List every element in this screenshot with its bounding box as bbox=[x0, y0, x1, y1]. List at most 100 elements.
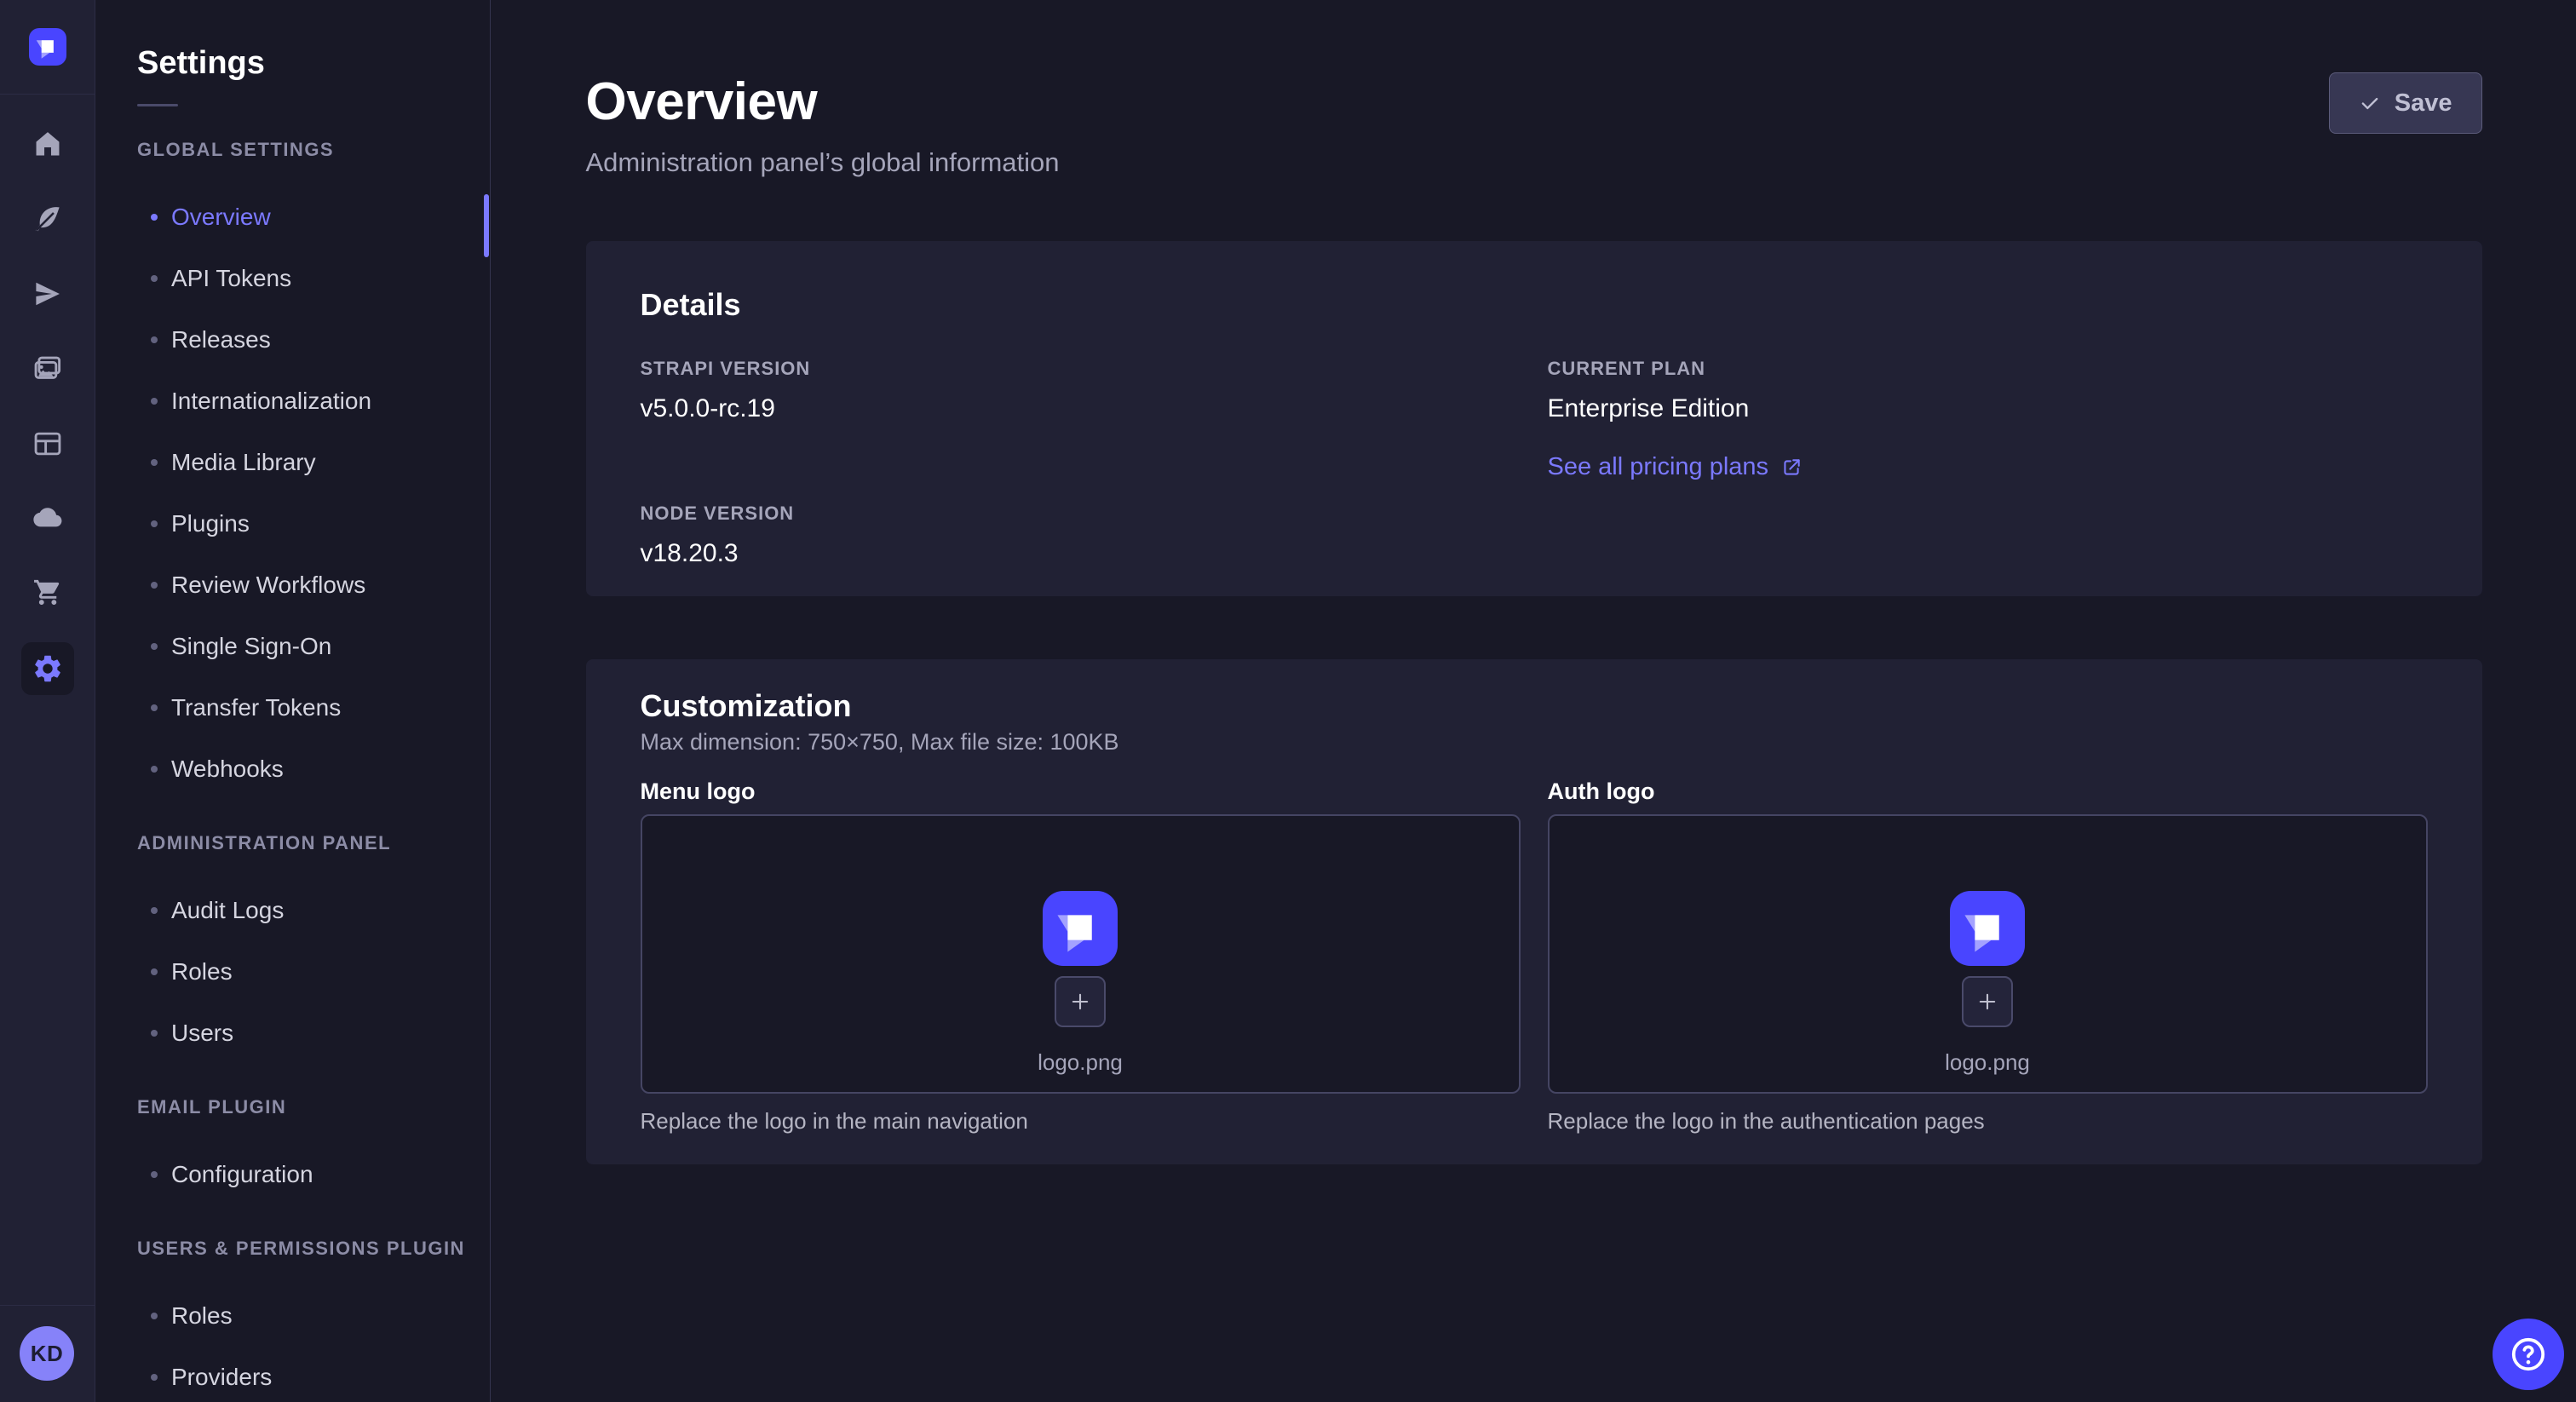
subnav-item-overview[interactable]: Overview bbox=[96, 187, 490, 248]
subnav-item-api-tokens[interactable]: API Tokens bbox=[96, 248, 490, 309]
subnav-item-single-sign-on[interactable]: Single Sign-On bbox=[96, 616, 490, 677]
save-button[interactable]: Save bbox=[2329, 72, 2482, 134]
bullet-icon bbox=[151, 643, 158, 650]
layout-icon bbox=[32, 428, 64, 460]
rail-divider-bottom bbox=[0, 1305, 95, 1306]
menu-logo-upload: Menu logo bbox=[641, 777, 1521, 1135]
customization-card: Customization Max dimension: 750×750, Ma… bbox=[586, 659, 2482, 1164]
strapi-logo-icon bbox=[1043, 891, 1118, 966]
bullet-icon bbox=[151, 704, 158, 711]
bullet-icon bbox=[151, 214, 158, 221]
auth-logo-upload: Auth logo bbox=[1548, 777, 2428, 1135]
section-label: GLOBAL SETTINGS bbox=[137, 139, 490, 161]
section-email-plugin: EMAIL PLUGIN Configuration bbox=[96, 1096, 490, 1205]
subnav-item-admin-users[interactable]: Users bbox=[96, 1003, 490, 1064]
bullet-icon bbox=[151, 336, 158, 343]
menu-logo-dropzone[interactable]: logo.png bbox=[641, 814, 1521, 1094]
logo-preview bbox=[1950, 891, 2025, 966]
main-content: Overview Administration panel’s global i… bbox=[492, 0, 2576, 1402]
bullet-icon bbox=[151, 1030, 158, 1037]
subnav-item-admin-roles[interactable]: Roles bbox=[96, 941, 490, 1003]
bullet-icon bbox=[151, 907, 158, 914]
subnav-item-up-providers[interactable]: Providers bbox=[96, 1347, 490, 1402]
subnav-item-webhooks[interactable]: Webhooks bbox=[96, 738, 490, 800]
bullet-icon bbox=[151, 398, 158, 405]
section-administration-panel: ADMINISTRATION PANEL Audit Logs Roles Us… bbox=[96, 832, 490, 1064]
rail-item-marketplace[interactable] bbox=[21, 567, 74, 620]
section-label: ADMINISTRATION PANEL bbox=[137, 832, 490, 854]
main-nav-rail: KD bbox=[0, 0, 95, 1402]
bullet-icon bbox=[151, 582, 158, 589]
subnav-item-internationalization[interactable]: Internationalization bbox=[96, 371, 490, 432]
upload-label: Menu logo bbox=[641, 777, 1521, 806]
upload-label: Auth logo bbox=[1548, 777, 2428, 806]
gear-icon bbox=[32, 652, 64, 685]
rail-nav bbox=[0, 95, 95, 695]
feather-icon bbox=[32, 203, 64, 235]
field-value: v5.0.0-rc.19 bbox=[641, 394, 1521, 424]
page-title: Overview bbox=[586, 72, 2482, 132]
subnav-item-media-library[interactable]: Media Library bbox=[96, 432, 490, 493]
external-link-icon bbox=[1780, 457, 1803, 479]
rail-item-settings[interactable] bbox=[21, 642, 74, 695]
cloud-icon bbox=[32, 503, 64, 535]
settings-subnav: Settings GLOBAL SETTINGS Overview API To… bbox=[96, 0, 491, 1402]
field-current-plan: CURRENT PLAN Enterprise Edition See all … bbox=[1548, 357, 2428, 481]
add-logo-button[interactable] bbox=[1962, 976, 2013, 1027]
subnav-item-review-workflows[interactable]: Review Workflows bbox=[96, 554, 490, 616]
bullet-icon bbox=[151, 1171, 158, 1178]
upload-hint: Replace the logo in the authentication p… bbox=[1548, 1107, 2428, 1135]
pricing-plans-link[interactable]: See all pricing plans bbox=[1548, 453, 1803, 481]
strapi-logo-icon bbox=[29, 28, 66, 66]
field-node-version: NODE VERSION v18.20.3 bbox=[641, 502, 1521, 569]
subnav-title-rule bbox=[137, 104, 178, 106]
subnav-title: Settings bbox=[137, 44, 490, 82]
pictures-icon bbox=[32, 353, 64, 385]
logo-filename: logo.png bbox=[1945, 1049, 2030, 1076]
subnav-item-plugins[interactable]: Plugins bbox=[96, 493, 490, 554]
subnav-item-audit-logs[interactable]: Audit Logs bbox=[96, 880, 490, 941]
bullet-icon bbox=[151, 968, 158, 975]
paper-plane-icon bbox=[32, 278, 64, 310]
page-header: Overview Administration panel’s global i… bbox=[586, 0, 2482, 180]
field-label: STRAPI VERSION bbox=[641, 357, 1521, 380]
bullet-icon bbox=[151, 459, 158, 466]
strapi-logo-icon bbox=[1950, 891, 2025, 966]
section-global-settings: GLOBAL SETTINGS Overview API Tokens Rele… bbox=[96, 139, 490, 800]
field-label: NODE VERSION bbox=[641, 502, 1521, 525]
customization-title: Customization bbox=[641, 688, 2428, 724]
rail-item-content-builder[interactable] bbox=[21, 192, 74, 245]
upload-hint: Replace the logo in the main navigation bbox=[641, 1107, 1521, 1135]
subnav-item-releases[interactable]: Releases bbox=[96, 309, 490, 371]
rail-item-cloud[interactable] bbox=[21, 492, 74, 545]
field-strapi-version: STRAPI VERSION v5.0.0-rc.19 bbox=[641, 357, 1521, 481]
field-value: v18.20.3 bbox=[641, 538, 1521, 569]
section-users-permissions-plugin: USERS & PERMISSIONS PLUGIN Roles Provide… bbox=[96, 1238, 490, 1402]
home-icon bbox=[32, 128, 64, 160]
rail-item-content-manager[interactable] bbox=[21, 417, 74, 470]
bullet-icon bbox=[151, 1374, 158, 1381]
scrollbar-thumb[interactable] bbox=[484, 194, 489, 257]
customization-constraints: Max dimension: 750×750, Max file size: 1… bbox=[641, 727, 2428, 756]
details-title: Details bbox=[641, 287, 2428, 323]
plus-icon bbox=[1068, 990, 1092, 1014]
user-avatar[interactable]: KD bbox=[20, 1326, 74, 1381]
logo-filename: logo.png bbox=[1038, 1049, 1123, 1076]
add-logo-button[interactable] bbox=[1055, 976, 1106, 1027]
field-value: Enterprise Edition bbox=[1548, 394, 2428, 424]
rail-item-home[interactable] bbox=[21, 118, 74, 170]
section-label: EMAIL PLUGIN bbox=[137, 1096, 490, 1118]
subnav-item-up-roles[interactable]: Roles bbox=[96, 1285, 490, 1347]
page-subtitle: Administration panel’s global informatio… bbox=[586, 146, 2482, 180]
field-label: CURRENT PLAN bbox=[1548, 357, 2428, 380]
cart-icon bbox=[32, 577, 64, 610]
help-button[interactable] bbox=[2493, 1319, 2564, 1390]
rail-item-media-library[interactable] bbox=[21, 342, 74, 395]
strapi-logo[interactable] bbox=[29, 28, 66, 66]
check-icon bbox=[2359, 92, 2381, 114]
auth-logo-dropzone[interactable]: logo.png bbox=[1548, 814, 2428, 1094]
rail-item-deploy[interactable] bbox=[21, 267, 74, 320]
subnav-item-email-configuration[interactable]: Configuration bbox=[96, 1144, 490, 1205]
subnav-item-transfer-tokens[interactable]: Transfer Tokens bbox=[96, 677, 490, 738]
logo-preview bbox=[1043, 891, 1118, 966]
